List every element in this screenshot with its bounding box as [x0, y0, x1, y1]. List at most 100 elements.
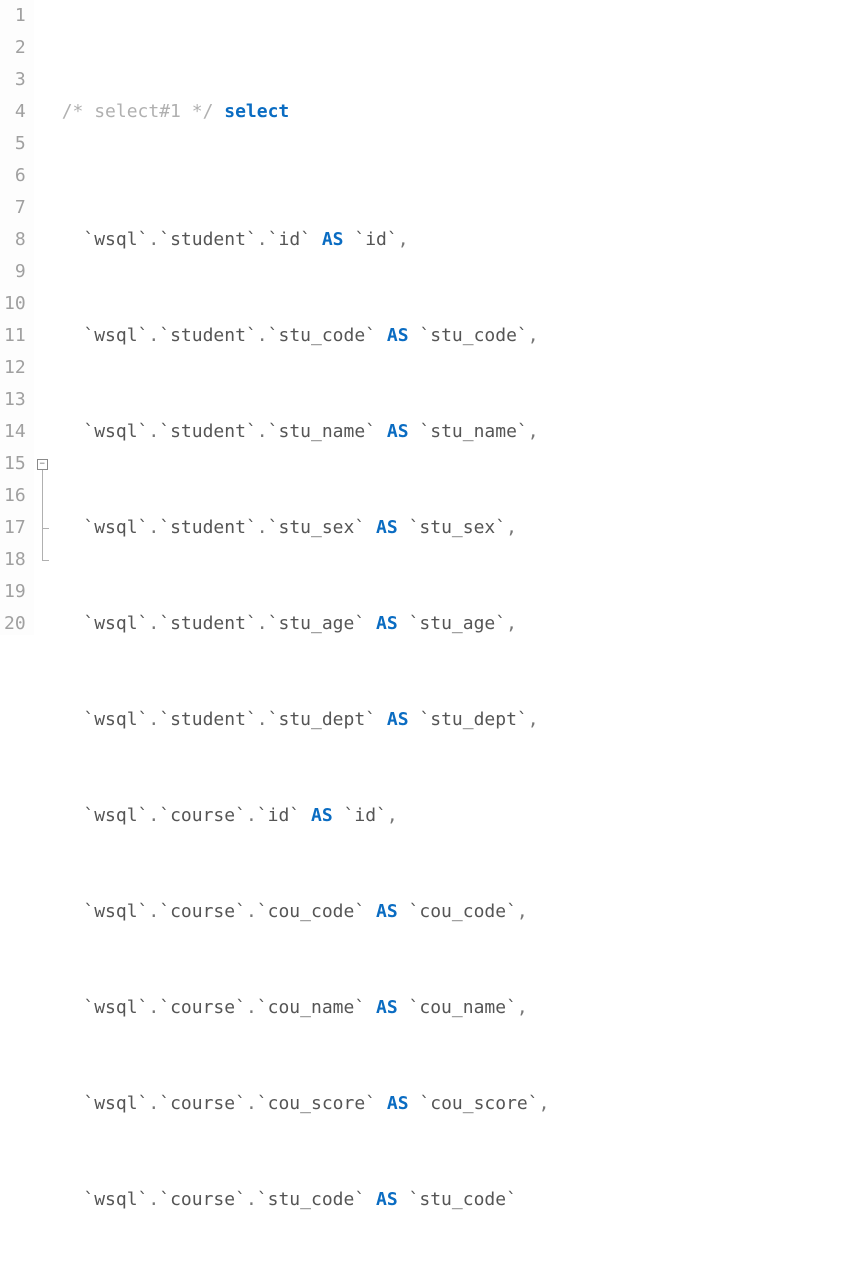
- line-number: 9: [4, 256, 26, 288]
- code-line: `wsql`.`course`.`stu_code` AS `stu_code`: [62, 1184, 855, 1216]
- comma: ,: [387, 805, 398, 826]
- identifier: `wsql`: [83, 229, 148, 250]
- comma: ,: [506, 517, 517, 538]
- code-line: `wsql`.`student`.`stu_code` AS `stu_code…: [62, 320, 855, 352]
- identifier: `stu_code`: [268, 325, 376, 346]
- comment: /* select#1 */: [62, 101, 214, 122]
- identifier: `wsql`: [83, 997, 148, 1018]
- space: [376, 1093, 387, 1114]
- space: [376, 325, 387, 346]
- indent: [62, 325, 84, 346]
- comma: ,: [528, 709, 539, 730]
- space: [365, 1189, 376, 1210]
- space: [409, 421, 420, 442]
- alias: `id`: [344, 805, 387, 826]
- identifier: `course`: [159, 805, 246, 826]
- dot: .: [246, 997, 257, 1018]
- identifier: `stu_code`: [257, 1189, 365, 1210]
- identifier: `cou_name`: [257, 997, 365, 1018]
- line-number: 19: [4, 576, 26, 608]
- code-line: `wsql`.`student`.`stu_dept` AS `stu_dept…: [62, 704, 855, 736]
- alias: `stu_code`: [419, 325, 527, 346]
- indent: [62, 1093, 84, 1114]
- keyword-as: AS: [376, 997, 398, 1018]
- keyword-as: AS: [387, 1093, 409, 1114]
- space: [409, 325, 420, 346]
- identifier: `wsql`: [83, 1189, 148, 1210]
- identifier: `wsql`: [83, 613, 148, 634]
- comma: ,: [506, 613, 517, 634]
- alias: `stu_dept`: [419, 709, 527, 730]
- line-number: 14: [4, 416, 26, 448]
- fold-toggle-icon[interactable]: −: [37, 459, 48, 470]
- line-number: 7: [4, 192, 26, 224]
- identifier: `id`: [268, 229, 311, 250]
- space: [398, 997, 409, 1018]
- identifier: `wsql`: [83, 709, 148, 730]
- line-number: 2: [4, 32, 26, 64]
- alias: `cou_score`: [419, 1093, 538, 1114]
- code-line: `wsql`.`student`.`id` AS `id`,: [62, 224, 855, 256]
- dot: .: [246, 805, 257, 826]
- dot: .: [257, 325, 268, 346]
- alias: `id`: [354, 229, 397, 250]
- dot: .: [148, 421, 159, 442]
- dot: .: [148, 1189, 159, 1210]
- keyword-as: AS: [322, 229, 344, 250]
- line-number: 18: [4, 544, 26, 576]
- dot: .: [148, 1093, 159, 1114]
- line-number: 4: [4, 96, 26, 128]
- line-number: 12: [4, 352, 26, 384]
- line-number: 10: [4, 288, 26, 320]
- identifier: `course`: [159, 1189, 246, 1210]
- code-line: `wsql`.`course`.`id` AS `id`,: [62, 800, 855, 832]
- space: [398, 613, 409, 634]
- space: [409, 709, 420, 730]
- space: [365, 613, 376, 634]
- identifier: `cou_code`: [257, 901, 365, 922]
- alias: `cou_code`: [409, 901, 517, 922]
- identifier: `stu_age`: [268, 613, 366, 634]
- space: [365, 997, 376, 1018]
- identifier: `course`: [159, 901, 246, 922]
- identifier: `wsql`: [83, 901, 148, 922]
- keyword-as: AS: [376, 901, 398, 922]
- space: [376, 709, 387, 730]
- line-number: 15: [4, 448, 26, 480]
- space: [365, 901, 376, 922]
- indent: [62, 517, 84, 538]
- dot: .: [148, 613, 159, 634]
- alias: `stu_name`: [419, 421, 527, 442]
- space: [333, 805, 344, 826]
- space: [398, 901, 409, 922]
- dot: .: [257, 421, 268, 442]
- identifier: `wsql`: [83, 325, 148, 346]
- identifier: `student`: [159, 613, 257, 634]
- code-area[interactable]: /* select#1 */ select `wsql`.`student`.`…: [52, 0, 855, 635]
- indent: [62, 421, 84, 442]
- code-line: `wsql`.`student`.`stu_age` AS `stu_age`,: [62, 608, 855, 640]
- indent: [62, 1189, 84, 1210]
- code-line: `wsql`.`course`.`cou_score` AS `cou_scor…: [62, 1088, 855, 1120]
- fold-tick: [42, 560, 49, 561]
- line-number: 1: [4, 0, 26, 32]
- identifier: `student`: [159, 421, 257, 442]
- dot: .: [148, 805, 159, 826]
- space: [311, 229, 322, 250]
- space: [376, 421, 387, 442]
- code-editor: 1 2 3 4 5 6 7 8 9 10 11 12 13 14 15 16 1…: [0, 0, 855, 635]
- indent: [62, 613, 84, 634]
- dot: .: [148, 997, 159, 1018]
- identifier: `wsql`: [83, 805, 148, 826]
- line-number: 8: [4, 224, 26, 256]
- dot: .: [246, 1093, 257, 1114]
- indent: [62, 229, 84, 250]
- space: [398, 517, 409, 538]
- comma: ,: [528, 325, 539, 346]
- keyword-as: AS: [376, 1189, 398, 1210]
- code-line: `wsql`.`course`.`cou_name` AS `cou_name`…: [62, 992, 855, 1024]
- keyword-as: AS: [376, 517, 398, 538]
- indent: [62, 901, 84, 922]
- dot: .: [257, 517, 268, 538]
- space: [398, 1189, 409, 1210]
